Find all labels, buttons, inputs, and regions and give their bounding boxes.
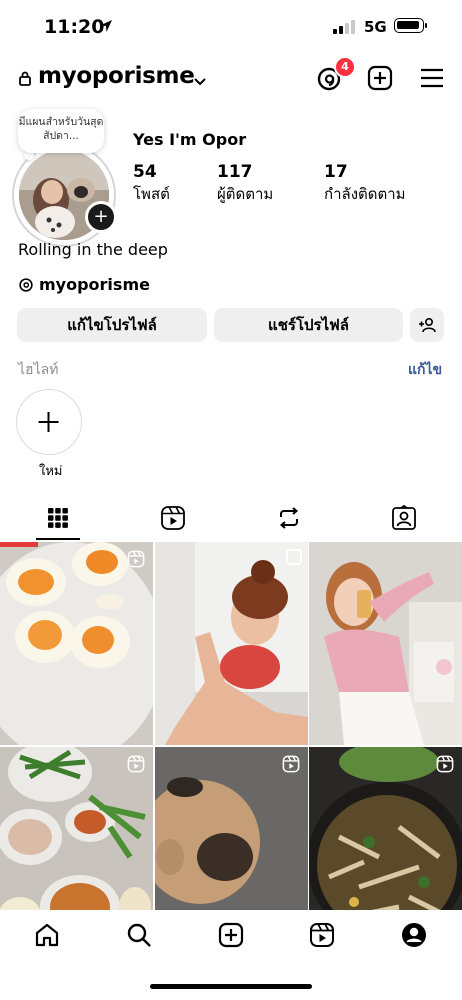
post-image [155, 542, 308, 745]
post-workout[interactable] [155, 542, 308, 745]
post-eggs[interactable] [0, 542, 153, 745]
reels-icon [161, 506, 185, 530]
network-type: 5G [364, 18, 387, 36]
status-time: 11:20 [44, 16, 105, 38]
create-post-button[interactable] [367, 65, 393, 95]
account-switcher-username[interactable]: myoporisme [38, 63, 195, 89]
posts-label: โพสต์ [133, 185, 170, 203]
edit-profile-button[interactable]: แก้ไขโปรไฟล์ [17, 308, 207, 342]
lock-icon [18, 70, 32, 90]
notification-badge: 4 [334, 56, 356, 78]
tab-reels[interactable] [160, 505, 186, 531]
grid-icon [48, 508, 68, 528]
threads-profile-link[interactable]: myoporisme [18, 275, 150, 294]
profile-icon [402, 923, 426, 947]
add-person-icon [419, 317, 436, 333]
nav-reels[interactable] [309, 922, 335, 952]
following-stat[interactable]: 17 กำลังติดตาม [324, 162, 406, 206]
posts-stat[interactable]: 54 โพสต์ [133, 162, 170, 206]
new-highlight-label: ใหม่ [39, 464, 63, 479]
search-icon [127, 923, 151, 947]
home-icon [35, 923, 59, 947]
edit-highlights-link[interactable]: แก้ไข [408, 359, 442, 381]
tagged-icon [392, 504, 416, 530]
battery-icon [394, 18, 427, 33]
bio: Rolling in the deep [18, 240, 168, 259]
menu-button[interactable] [420, 67, 444, 93]
nav-home[interactable] [34, 922, 60, 952]
share-profile-button[interactable]: แชร์โปรไฟล์ [214, 308, 403, 342]
active-tab-indicator [36, 538, 80, 540]
tab-tagged[interactable] [391, 504, 417, 531]
followers-count: 117 [217, 162, 253, 182]
note-text: มีแผนสำหรับวันสุดสัปดา... [18, 116, 104, 142]
plus-icon [38, 412, 59, 432]
reel-badge-icon [127, 550, 145, 572]
following-count: 17 [324, 162, 348, 182]
reel-badge-icon [436, 755, 454, 777]
tab-reposts[interactable] [276, 505, 302, 531]
plus-square-icon [367, 65, 393, 91]
repost-icon [279, 507, 299, 529]
reels-icon [310, 923, 334, 947]
chevron-down-icon[interactable] [193, 72, 207, 91]
new-highlight-button[interactable] [16, 389, 82, 455]
reel-badge-icon [127, 755, 145, 777]
posts-count: 54 [133, 162, 157, 182]
nav-profile[interactable] [401, 922, 427, 952]
tab-posts-grid[interactable] [45, 505, 71, 531]
highlights-title: ไฮไลท์ [18, 362, 59, 378]
followers-label: ผู้ติดตาม [217, 185, 274, 203]
nav-search[interactable] [126, 922, 152, 952]
nav-create[interactable] [218, 922, 244, 952]
location-arrow-icon [98, 18, 114, 38]
post-mirror-selfie[interactable] [309, 542, 462, 745]
add-story-button[interactable]: + [85, 201, 117, 233]
post-image [0, 542, 153, 745]
create-icon [218, 922, 244, 948]
reel-badge-icon [282, 755, 300, 777]
following-label: กำลังติดตาม [324, 185, 406, 203]
home-indicator [150, 984, 312, 989]
discover-people-button[interactable] [410, 308, 444, 342]
post-image [309, 542, 462, 745]
cellular-signal-icon [333, 20, 355, 34]
display-name: Yes I'm Opor [133, 130, 247, 149]
hamburger-icon [421, 68, 443, 88]
threads-icon [19, 277, 33, 292]
threads-handle: myoporisme [39, 275, 150, 294]
note-bubble[interactable]: มีแผนสำหรับวันสุดสัปดา... [18, 109, 104, 153]
followers-stat[interactable]: 117 ผู้ติดตาม [217, 162, 273, 206]
